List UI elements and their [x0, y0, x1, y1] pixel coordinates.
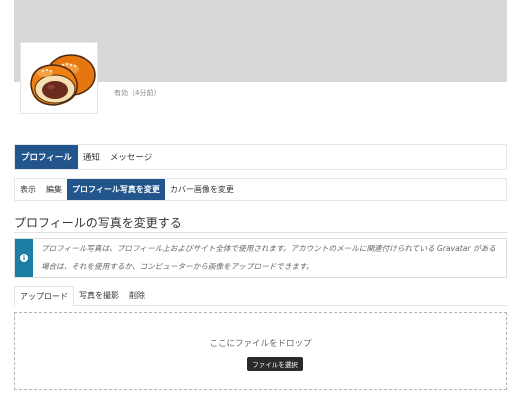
nav-messages[interactable]: メッセージ	[105, 145, 157, 169]
notice-line-1: プロフィール写真は、プロフィール上およびサイト全体で使用されます。アカウントのメ…	[41, 244, 496, 253]
page-title: プロフィールの写真を変更する	[14, 216, 182, 230]
tab-take-photo[interactable]: 写真を撮影	[74, 286, 124, 305]
profile-subnav: 表示 編集 プロフィール写真を変更 カバー画像を変更	[14, 178, 507, 201]
select-file-button[interactable]: ファイルを選択	[247, 357, 303, 371]
upload-tabs: アップロード 写真を撮影 削除	[14, 286, 507, 306]
tab-delete[interactable]: 削除	[124, 286, 150, 305]
bread-bun-image	[30, 54, 96, 106]
subnav-view[interactable]: 表示	[15, 179, 41, 200]
info-notice: i プロフィール写真は、プロフィール上およびサイト全体で使用されます。アカウント…	[14, 238, 507, 278]
dropzone-text: ここにファイルをドロップ	[209, 339, 312, 349]
notice-line-2: 場合は、それを使用するか、コンピューターから画像をアップロードできます。	[41, 262, 314, 271]
subnav-edit[interactable]: 編集	[41, 179, 67, 200]
info-icon: i	[20, 254, 28, 262]
avatar	[20, 42, 98, 114]
subnav-change-photo[interactable]: プロフィール写真を変更	[67, 179, 165, 200]
notice-text: プロフィール写真は、プロフィール上およびサイト全体で使用されます。アカウントのメ…	[33, 239, 496, 277]
profile-nav: プロフィール 通知 メッセージ	[14, 144, 507, 170]
file-dropzone[interactable]: ここにファイルをドロップ ファイルを選択	[14, 312, 507, 390]
title-divider	[14, 232, 507, 233]
subnav-change-cover[interactable]: カバー画像を変更	[165, 179, 239, 200]
nav-profile[interactable]: プロフィール	[15, 145, 78, 169]
tab-upload[interactable]: アップロード	[14, 286, 74, 306]
activity-status: 有効（4分前）	[114, 89, 161, 97]
nav-notifications[interactable]: 通知	[78, 145, 105, 169]
info-icon-box: i	[15, 239, 33, 277]
